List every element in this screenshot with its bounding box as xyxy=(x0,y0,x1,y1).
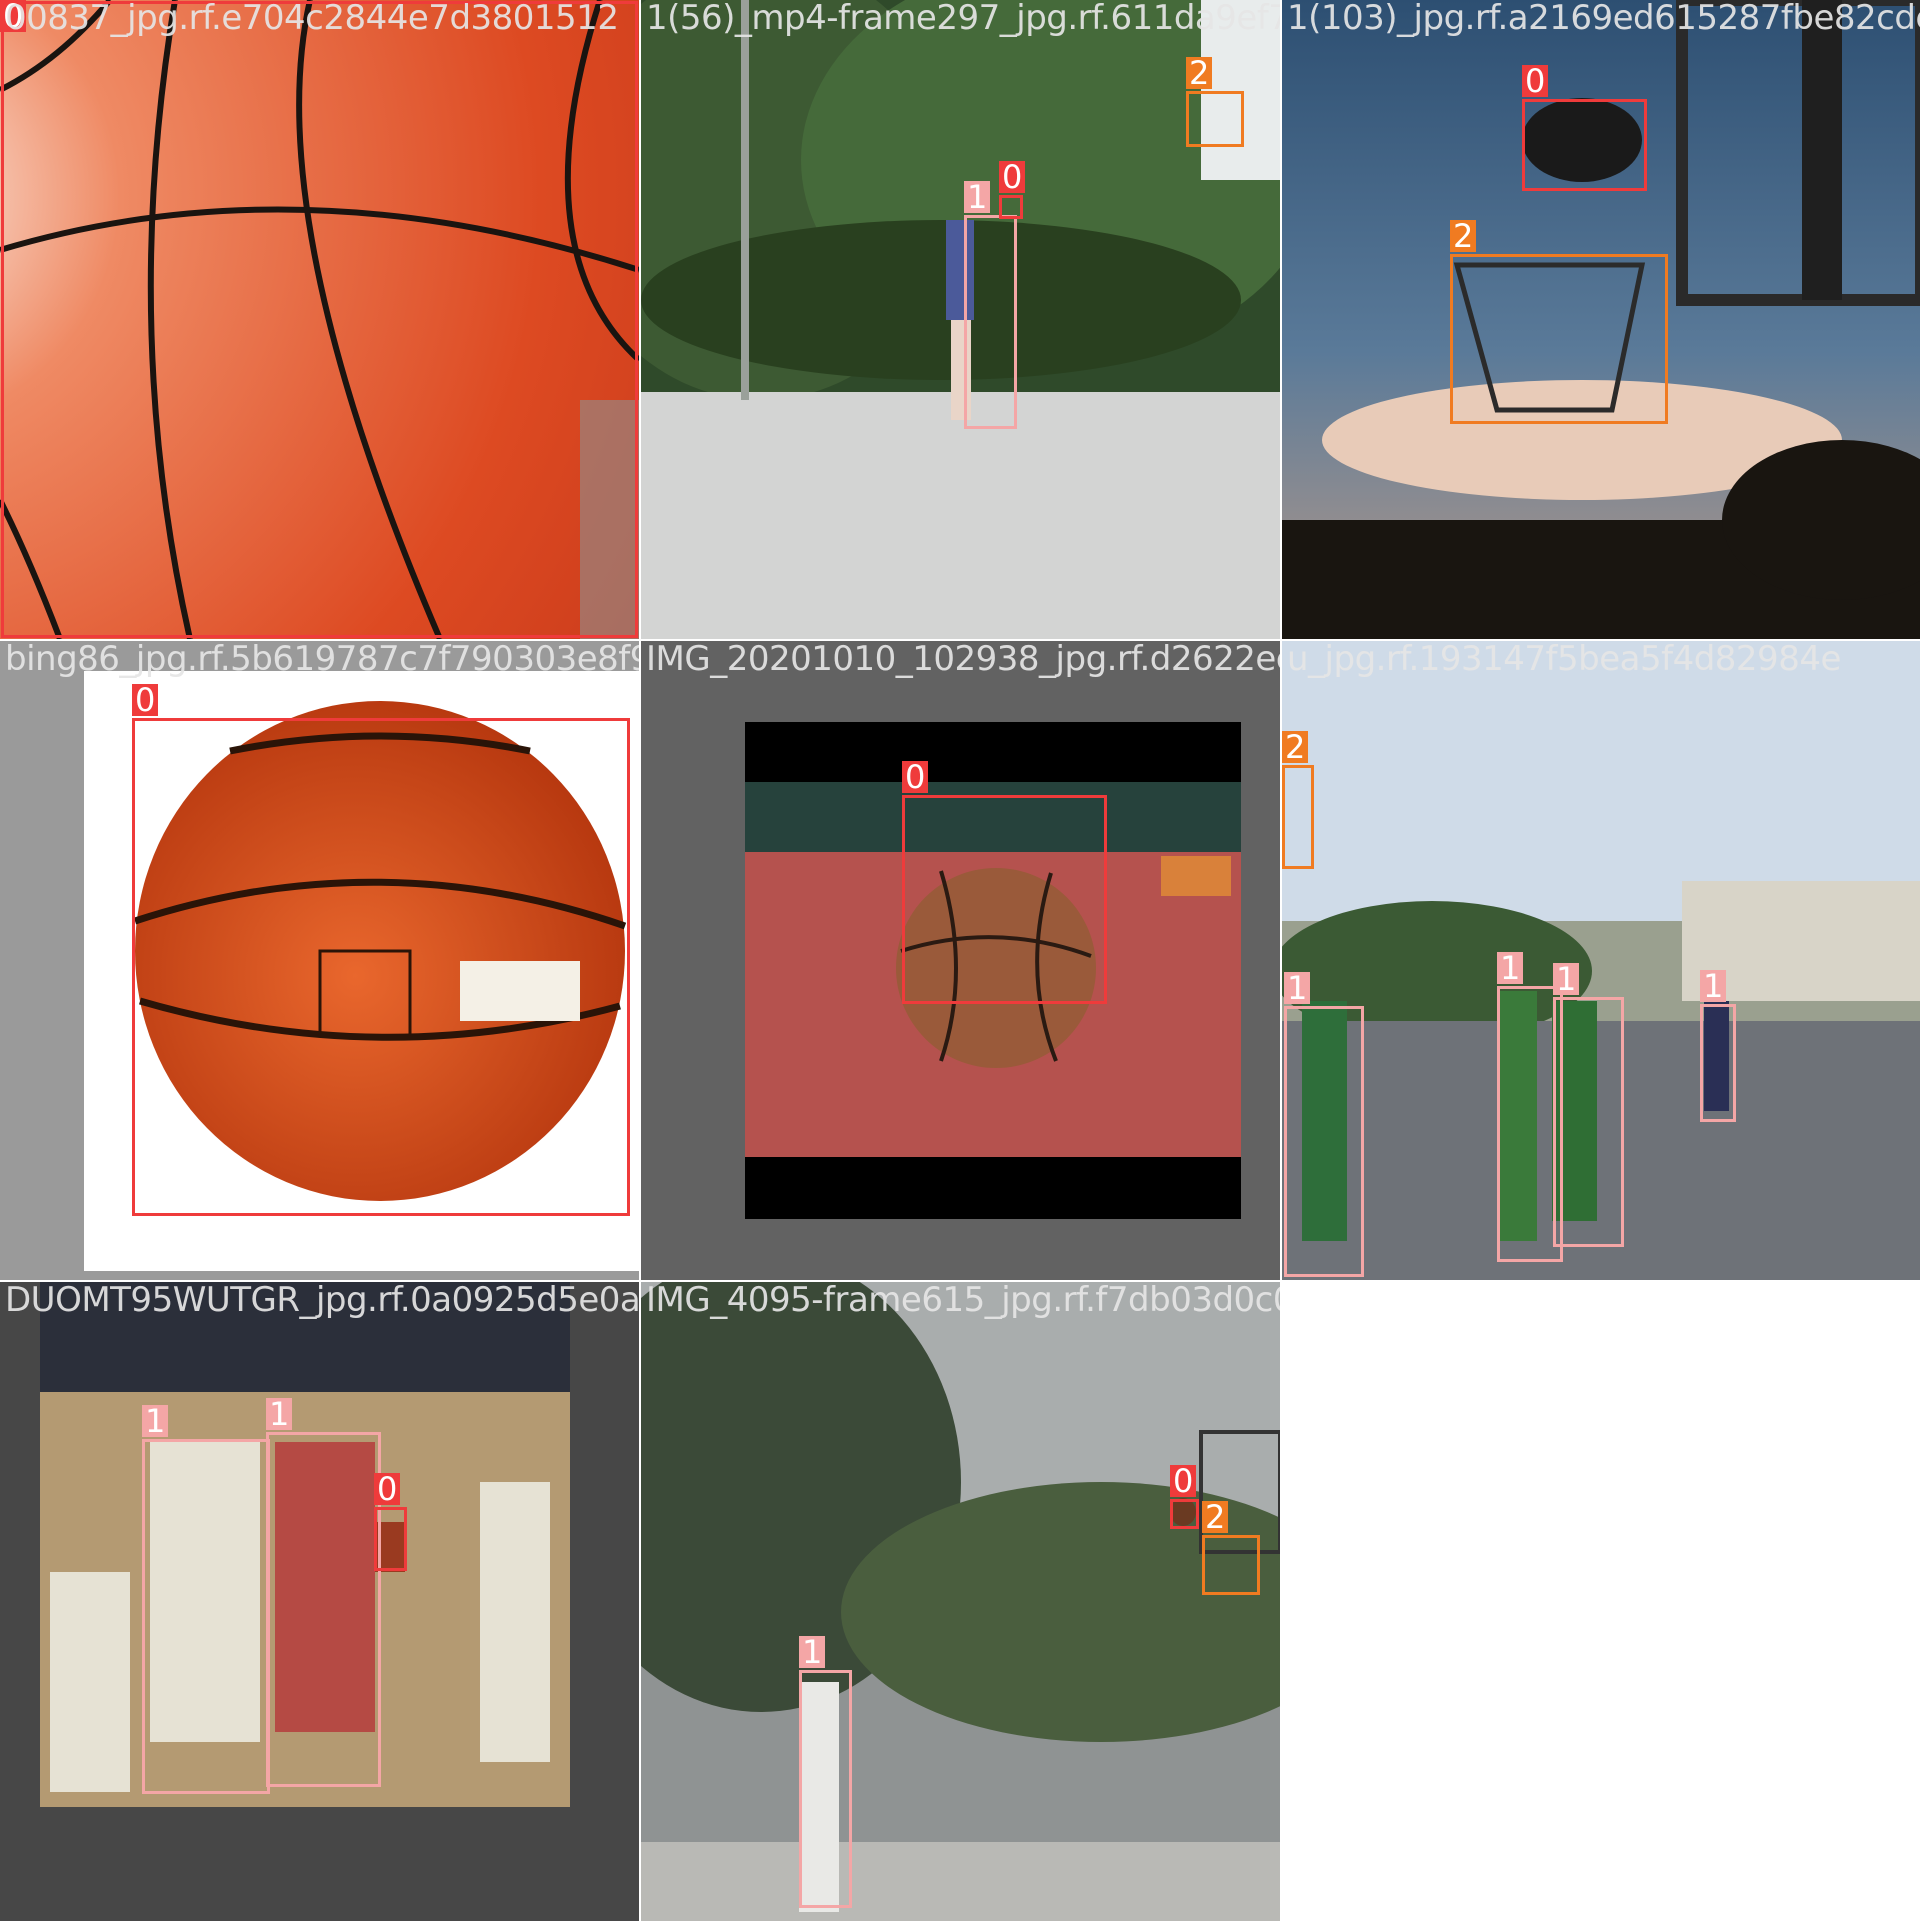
image-filename: IMG_4095-frame615_jpg.rf.f7db03d0c06c0 xyxy=(646,1282,1280,1320)
bbox-player xyxy=(142,1439,270,1794)
image-filename: 1(56)_mp4-frame297_jpg.rf.611da9ef77d063… xyxy=(646,0,1280,38)
detection-mosaic: 0 00837_jpg.rf.e704c2844e7d3801512 2 1 0… xyxy=(0,0,1920,1921)
image-filename: IMG_20201010_102938_jpg.rf.d2622ec3016 xyxy=(646,641,1280,679)
outdoor-shot-image xyxy=(641,1282,1280,1921)
class-label: 1 xyxy=(1553,963,1580,995)
class-label: 0 xyxy=(902,761,929,793)
class-label: 2 xyxy=(1450,220,1477,252)
image-filename: DUOMT95WUTGR_jpg.rf.0a0925d5e0a8e0355 xyxy=(5,1282,639,1320)
bbox-player xyxy=(1284,1006,1364,1277)
class-label: 1 xyxy=(142,1405,169,1437)
bbox-player xyxy=(1700,1004,1736,1122)
empty-cell xyxy=(1282,1282,1920,1921)
bbox-ball xyxy=(1,1,638,638)
bbox-hoop xyxy=(1450,254,1668,424)
bbox-player xyxy=(266,1432,381,1787)
class-label: 0 xyxy=(132,684,159,716)
image-filename: bing86_jpg.rf.5b619787c7f790303e8f9e9f xyxy=(5,641,639,679)
class-label: 1 xyxy=(1284,972,1311,1004)
class-label: 0 xyxy=(999,161,1026,193)
bbox-player xyxy=(1553,997,1624,1247)
bbox-ball xyxy=(374,1507,407,1571)
class-label: 1 xyxy=(964,181,991,213)
tile-ball-on-court: 0 IMG_20201010_102938_jpg.rf.d2622ec3016 xyxy=(641,641,1280,1280)
tile-outdoor-shot: 0 2 1 IMG_4095-frame615_jpg.rf.f7db03d0c… xyxy=(641,1282,1280,1921)
bbox-ball xyxy=(1522,99,1647,191)
image-filename: u_jpg.rf.193147f5bea5f4d82984e xyxy=(1287,641,1841,679)
bbox-player xyxy=(964,215,1017,429)
image-filename: 1(103)_jpg.rf.a2169ed615287fbe82cdc xyxy=(1287,0,1920,38)
bbox-hoop xyxy=(1186,91,1244,147)
class-label: 1 xyxy=(266,1398,293,1430)
bbox-player xyxy=(799,1670,852,1908)
bbox-ball xyxy=(902,795,1107,1004)
class-label: 2 xyxy=(1186,57,1213,89)
class-label: 1 xyxy=(1700,970,1727,1002)
tile-indoor-game: 1 1 0 DUOMT95WUTGR_jpg.rf.0a0925d5e0a8e0… xyxy=(0,1282,639,1921)
class-label: 2 xyxy=(1202,1501,1229,1533)
class-label: 0 xyxy=(374,1473,401,1505)
outdoor-shooter-image xyxy=(641,0,1280,639)
bbox-ball xyxy=(1170,1499,1199,1529)
class-label: 0 xyxy=(1522,65,1549,97)
class-label: 1 xyxy=(1497,952,1524,984)
class-label: 2 xyxy=(1282,731,1309,763)
bbox-ball xyxy=(132,718,630,1216)
bbox-hoop xyxy=(1282,765,1314,869)
bbox-hoop xyxy=(1202,1535,1260,1595)
class-label: 0 xyxy=(1170,1465,1197,1497)
class-label: 1 xyxy=(799,1636,826,1668)
bbox-ball xyxy=(999,195,1023,219)
tile-hoop-dusk: 0 2 1(103)_jpg.rf.a2169ed615287fbe82cdc xyxy=(1282,0,1920,639)
tile-tf750-ball: 0 bing86_jpg.rf.5b619787c7f790303e8f9e9f xyxy=(0,641,639,1280)
tile-basketball-closeup: 0 00837_jpg.rf.e704c2844e7d3801512 xyxy=(0,0,639,639)
tile-campus-players: 2 1 1 1 1 u_jpg.rf.193147f5bea5f4d82984e xyxy=(1282,641,1920,1280)
image-filename: 00837_jpg.rf.e704c2844e7d3801512 xyxy=(5,0,619,38)
tile-outdoor-shooter: 2 1 0 1(56)_mp4-frame297_jpg.rf.611da9ef… xyxy=(641,0,1280,639)
